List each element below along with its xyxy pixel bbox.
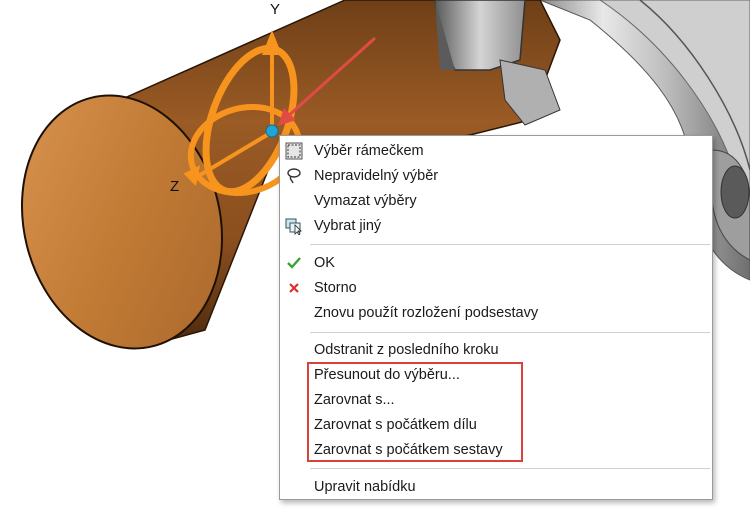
lasso-select-icon [284,166,304,186]
menu-item-customize-menu[interactable]: Upravit nabídku [280,475,712,499]
select-other-icon [284,216,304,236]
menu-item-cancel[interactable]: Storno [280,276,712,300]
context-menu: Výběr rámečkem Nepravidelný výběr Vymaza… [279,135,713,500]
box-select-icon [284,141,304,161]
check-icon [284,253,304,273]
menu-item-box-selection[interactable]: Výběr rámečkem [280,139,712,163]
cancel-x-icon [284,278,304,298]
triad-origin-dot[interactable] [265,124,279,138]
menu-item-lasso-selection[interactable]: Nepravidelný výběr [280,164,712,188]
axis-label-z: Z [170,178,179,195]
menu-item-align-with[interactable]: Zarovnat s... [280,388,712,412]
menu-item-clear-selections[interactable]: Vymazat výběry [280,189,712,213]
menu-item-reuse-subassembly-explode[interactable]: Znovu použít rozložení podsestavy [280,301,712,325]
menu-separator [310,332,710,333]
menu-separator [310,468,710,469]
menu-item-select-other[interactable]: Vybrat jiný [280,214,712,238]
menu-item-remove-from-last-step[interactable]: Odstranit z posledního kroku [280,338,712,362]
menu-item-align-with-assembly-origin[interactable]: Zarovnat s počátkem sestavy [280,438,712,462]
menu-separator [310,244,710,245]
menu-item-move-to-selection[interactable]: Přesunout do výběru... [280,363,712,387]
menu-item-align-with-part-origin[interactable]: Zarovnat s počátkem dílu [280,413,712,437]
axis-label-y: Y [270,1,280,18]
menu-item-ok[interactable]: OK [280,251,712,275]
